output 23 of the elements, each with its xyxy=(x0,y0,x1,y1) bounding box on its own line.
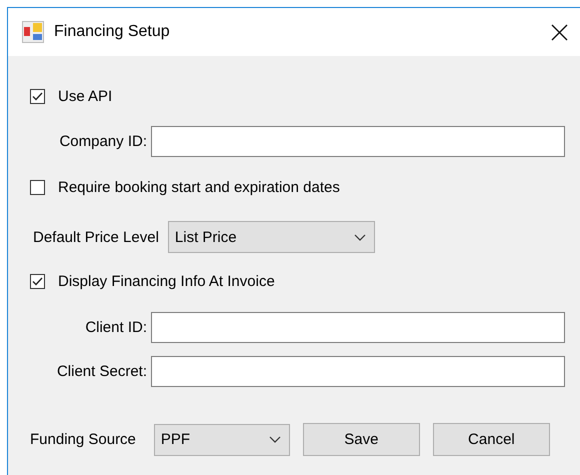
checkbox-label: Use API xyxy=(58,88,112,104)
checkbox[interactable] xyxy=(30,88,45,104)
field-label: Company ID: xyxy=(58,133,147,150)
checkbox-label: Require booking start and expiration dates xyxy=(58,178,340,196)
field-label: Client ID: xyxy=(84,319,147,336)
field-label: Funding Source xyxy=(30,431,136,448)
field-label: Client Secret: xyxy=(56,363,147,380)
input-field[interactable] xyxy=(151,126,565,157)
caret-icon xyxy=(268,436,281,443)
caret-icon xyxy=(354,234,366,240)
app-icon xyxy=(22,21,44,43)
checkbox-label: Display Financing Info At Invoice xyxy=(58,272,275,290)
window-title: Financing Setup xyxy=(54,23,171,41)
dropdown[interactable]: List Price xyxy=(168,221,375,253)
cancel-button[interactable]: Cancel xyxy=(432,423,550,456)
dropdown[interactable]: PPF xyxy=(154,424,290,456)
input-field[interactable] xyxy=(151,312,565,343)
input-field[interactable] xyxy=(151,356,565,387)
checkbox[interactable] xyxy=(30,180,45,194)
close-icon[interactable] xyxy=(551,24,568,40)
field-label: Default Price Level xyxy=(33,228,159,246)
save-button[interactable]: Save xyxy=(302,423,420,456)
checkbox[interactable] xyxy=(30,274,45,288)
